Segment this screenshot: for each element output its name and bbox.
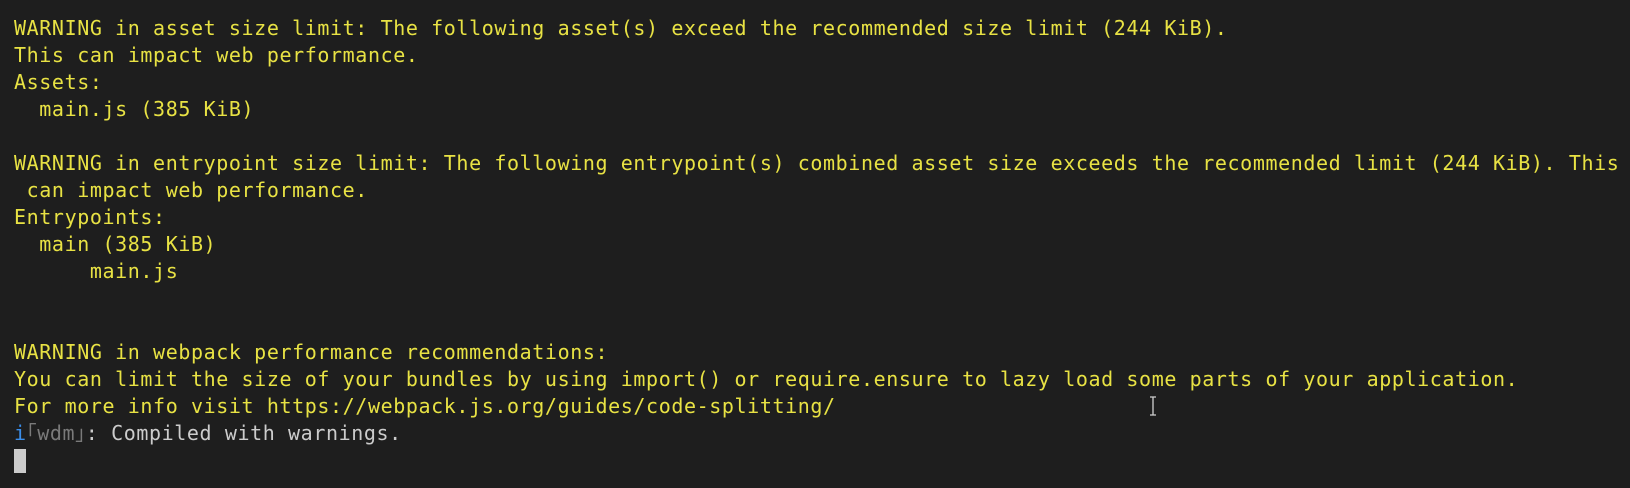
performance-recommendation-line: You can limit the size of your bundles b… (14, 367, 1519, 391)
text-ibeam-icon (1150, 396, 1156, 416)
compile-status-message: : Compiled with warnings. (85, 421, 402, 445)
warning-entrypoint-impact-line: can impact web performance. (14, 178, 368, 202)
warning-entrypoint-size-line: WARNING in entrypoint size limit: The fo… (14, 151, 1620, 175)
compile-status-line: i｢wdm｣: Compiled with warnings. (14, 420, 1630, 447)
entrypoints-heading: Entrypoints: (14, 205, 166, 229)
assets-heading: Assets: (14, 70, 103, 94)
entrypoint-main-js: main.js (14, 259, 179, 283)
warning-performance-heading: WARNING in webpack performance recommend… (14, 340, 609, 364)
more-info-line: For more info visit https://webpack.js.o… (14, 394, 836, 418)
terminal-cursor (14, 449, 26, 473)
prompt-line[interactable] (14, 447, 1630, 474)
asset-entry-main-js: main.js (385 KiB) (14, 97, 255, 121)
wdm-tag: ｢wdm｣ (26, 421, 86, 445)
warning-asset-impact-line: This can impact web performance. (14, 43, 419, 67)
terminal-window[interactable]: WARNING in asset size limit: The followi… (0, 0, 1630, 488)
info-icon: i (14, 421, 27, 445)
entrypoint-main: main (385 KiB) (14, 232, 217, 256)
warning-asset-size-line: WARNING in asset size limit: The followi… (14, 16, 1228, 40)
